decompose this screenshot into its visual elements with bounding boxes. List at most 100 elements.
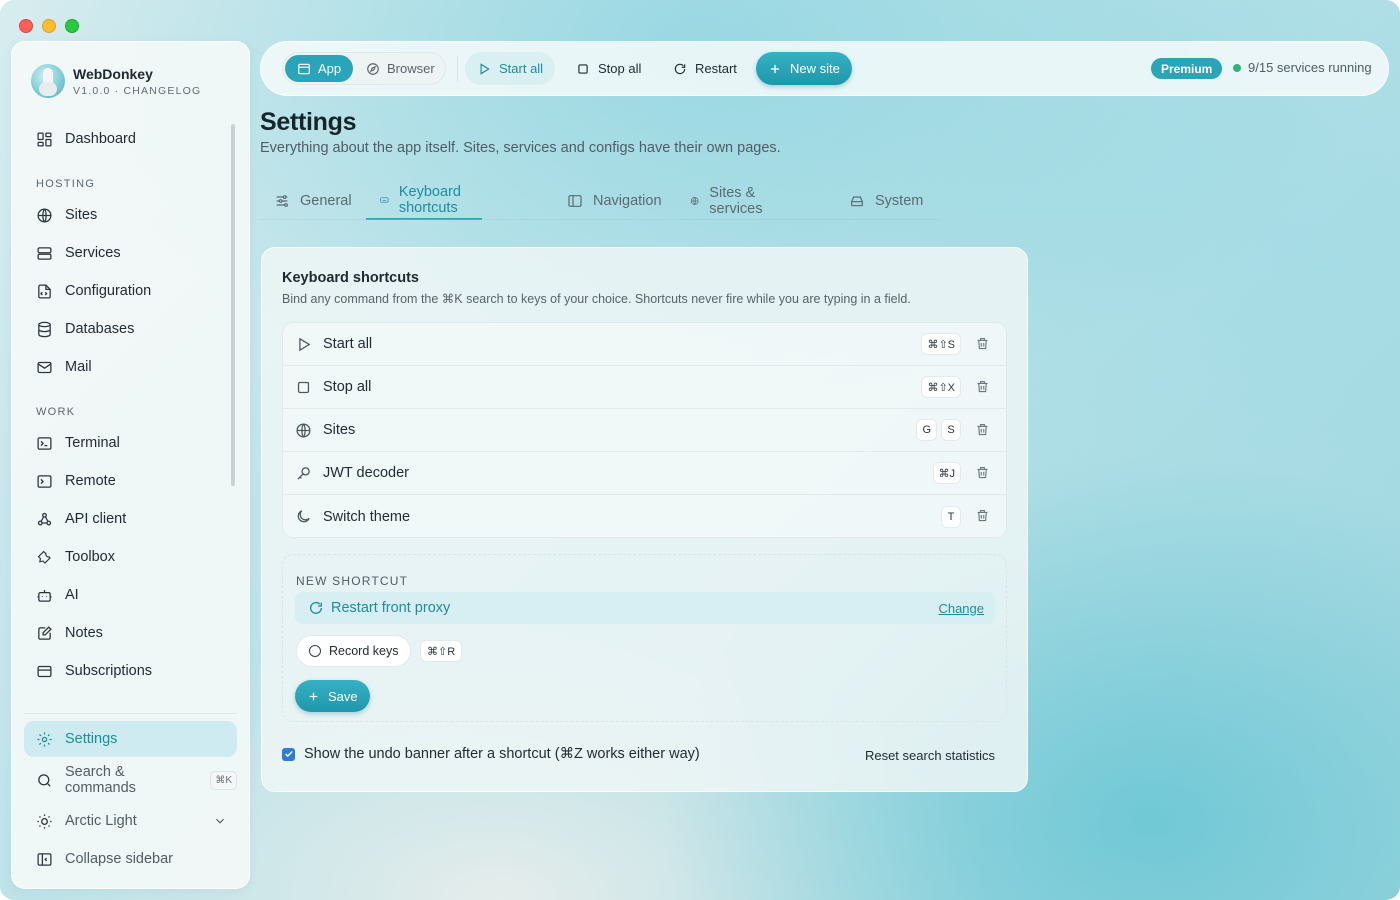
tab-sites-services[interactable]: Sites & services bbox=[676, 182, 783, 220]
play-icon bbox=[480, 62, 490, 75]
tab-keyboard-shortcuts[interactable]: Keyboard shortcuts bbox=[366, 182, 483, 220]
app-window: WebDonkey V1.0.0 · CHANGELOG Dashboard H… bbox=[0, 0, 1400, 900]
sidebar-item-api-client[interactable]: API client bbox=[24, 501, 237, 537]
stop-all-button[interactable]: Stop all bbox=[564, 52, 653, 85]
undo-banner-option[interactable]: Show the undo banner after a shortcut (⌘… bbox=[282, 746, 700, 762]
shortcut-keys: G S bbox=[916, 419, 961, 441]
zoom-window-button[interactable] bbox=[65, 19, 79, 33]
donkey-logo-icon bbox=[31, 64, 65, 98]
brand[interactable]: WebDonkey V1.0.0 · CHANGELOG bbox=[31, 64, 201, 98]
delete-shortcut-button[interactable] bbox=[975, 508, 991, 524]
sidebar-item-mail[interactable]: Mail bbox=[24, 349, 237, 385]
change-command-link[interactable]: Change bbox=[938, 601, 984, 616]
server-icon bbox=[37, 246, 52, 260]
tab-navigation[interactable]: Navigation bbox=[553, 182, 676, 220]
mode-app-label: App bbox=[318, 61, 342, 76]
save-shortcut-button[interactable]: Save bbox=[295, 680, 370, 712]
start-all-button[interactable]: Start all bbox=[465, 52, 556, 85]
sidebar-item-settings[interactable]: Settings bbox=[24, 721, 237, 757]
record-keys-button[interactable]: Record keys bbox=[296, 635, 412, 667]
sidebar-item-label: AI bbox=[65, 587, 79, 603]
key-chip: S bbox=[941, 419, 961, 441]
sidebar-item-services[interactable]: Services bbox=[24, 235, 237, 271]
sidebar-item-ai[interactable]: AI bbox=[24, 577, 237, 613]
shortcut-name: JWT decoder bbox=[323, 465, 409, 481]
tab-system[interactable]: System bbox=[835, 182, 937, 220]
search-icon bbox=[38, 773, 51, 787]
notes-icon bbox=[38, 625, 52, 640]
sidebar-item-notes[interactable]: Notes bbox=[24, 615, 237, 651]
key-chip: ⌘⇧X bbox=[921, 376, 961, 398]
webhook-icon bbox=[37, 512, 52, 525]
mail-icon bbox=[37, 361, 52, 373]
tabs-divider bbox=[260, 219, 940, 220]
play-icon bbox=[295, 336, 312, 353]
sidebar-item-configuration[interactable]: Configuration bbox=[24, 273, 237, 309]
restart-button[interactable]: Restart bbox=[661, 52, 749, 85]
mode-browser-button[interactable]: Browser bbox=[354, 55, 447, 82]
minimize-window-button[interactable] bbox=[42, 19, 56, 33]
sidebar-item-subscriptions[interactable]: Subscriptions bbox=[24, 653, 237, 689]
sidebar-item-label: Databases bbox=[65, 321, 135, 337]
shortcut-keys: ⌘J bbox=[932, 462, 961, 484]
mode-app-button[interactable]: App bbox=[285, 55, 354, 82]
shortcut-keys: T bbox=[941, 505, 961, 528]
toolbar-separator bbox=[457, 56, 458, 82]
tab-label: System bbox=[875, 193, 924, 209]
moon-icon bbox=[295, 508, 312, 525]
refresh-icon bbox=[310, 601, 322, 614]
reset-search-statistics-button[interactable]: Reset search statistics bbox=[865, 748, 995, 763]
refresh-icon bbox=[674, 63, 686, 74]
top-toolbar: App Browser Start all Stop all Restart N… bbox=[260, 41, 1389, 96]
shortcut-row: Sites G S bbox=[283, 409, 1006, 452]
window-controls bbox=[19, 19, 79, 33]
trash-icon bbox=[977, 337, 988, 350]
sidebar-item-label: Terminal bbox=[65, 435, 120, 451]
new-shortcut-target[interactable]: Restart front proxy Change bbox=[295, 592, 995, 624]
delete-shortcut-button[interactable] bbox=[975, 379, 991, 395]
sliders-icon bbox=[276, 195, 288, 207]
card-title: Keyboard shortcuts bbox=[282, 270, 419, 286]
search-commands-button[interactable]: Search & commands ⌘K bbox=[24, 762, 237, 798]
robot-icon bbox=[37, 589, 52, 602]
sidebar-item-toolbox[interactable]: Toolbox bbox=[24, 539, 237, 575]
delete-shortcut-button[interactable] bbox=[975, 465, 991, 481]
sidebar-layout-icon bbox=[568, 195, 582, 207]
delete-shortcut-button[interactable] bbox=[975, 336, 991, 352]
close-window-button[interactable] bbox=[19, 19, 33, 33]
sidebar-item-label: Sites bbox=[65, 207, 98, 223]
sidebar-item-label: Notes bbox=[65, 625, 103, 641]
stop-icon bbox=[295, 379, 312, 396]
version-changelog-link[interactable]: V1.0.0 · CHANGELOG bbox=[73, 85, 201, 97]
shortcut-name: Sites bbox=[323, 422, 356, 438]
recorded-keys-chip: ⌘⇧R bbox=[420, 640, 463, 662]
sidebar-item-remote[interactable]: Remote bbox=[24, 463, 237, 499]
config-file-icon bbox=[38, 283, 51, 299]
sun-icon bbox=[37, 813, 52, 829]
new-shortcut-panel: NEW SHORTCUT Restart front proxy Change … bbox=[282, 554, 1007, 722]
shortcut-name: Stop all bbox=[323, 379, 372, 395]
card-description: Bind any command from the ⌘K search to k… bbox=[282, 292, 911, 306]
sidebar-item-dashboard[interactable]: Dashboard bbox=[24, 121, 237, 157]
undo-banner-checkbox[interactable] bbox=[282, 747, 295, 761]
sidebar-item-sites[interactable]: Sites bbox=[24, 197, 237, 233]
delete-shortcut-button[interactable] bbox=[975, 422, 991, 438]
sidebar-item-databases[interactable]: Databases bbox=[24, 311, 237, 347]
collapse-sidebar-button[interactable]: Collapse sidebar bbox=[24, 841, 237, 877]
theme-selector[interactable]: Arctic Light bbox=[24, 803, 237, 839]
sidebar-item-terminal[interactable]: Terminal bbox=[24, 425, 237, 461]
page-title: Settings bbox=[260, 108, 357, 136]
globe-icon bbox=[295, 422, 312, 439]
window-icon bbox=[298, 63, 310, 74]
start-all-label: Start all bbox=[499, 61, 544, 76]
services-status-text: 9/15 services running bbox=[1248, 60, 1372, 75]
new-site-button[interactable]: New site bbox=[756, 52, 852, 85]
premium-badge[interactable]: Premium bbox=[1151, 58, 1223, 79]
tab-general[interactable]: General bbox=[260, 182, 366, 220]
sidebar-divider bbox=[24, 713, 237, 714]
remote-icon bbox=[37, 474, 52, 488]
sidebar-item-label: Subscriptions bbox=[65, 663, 153, 679]
theme-label: Arctic Light bbox=[65, 813, 137, 829]
shortcut-name: Switch theme bbox=[323, 508, 411, 525]
services-status[interactable]: 9/15 services running bbox=[1233, 60, 1372, 75]
